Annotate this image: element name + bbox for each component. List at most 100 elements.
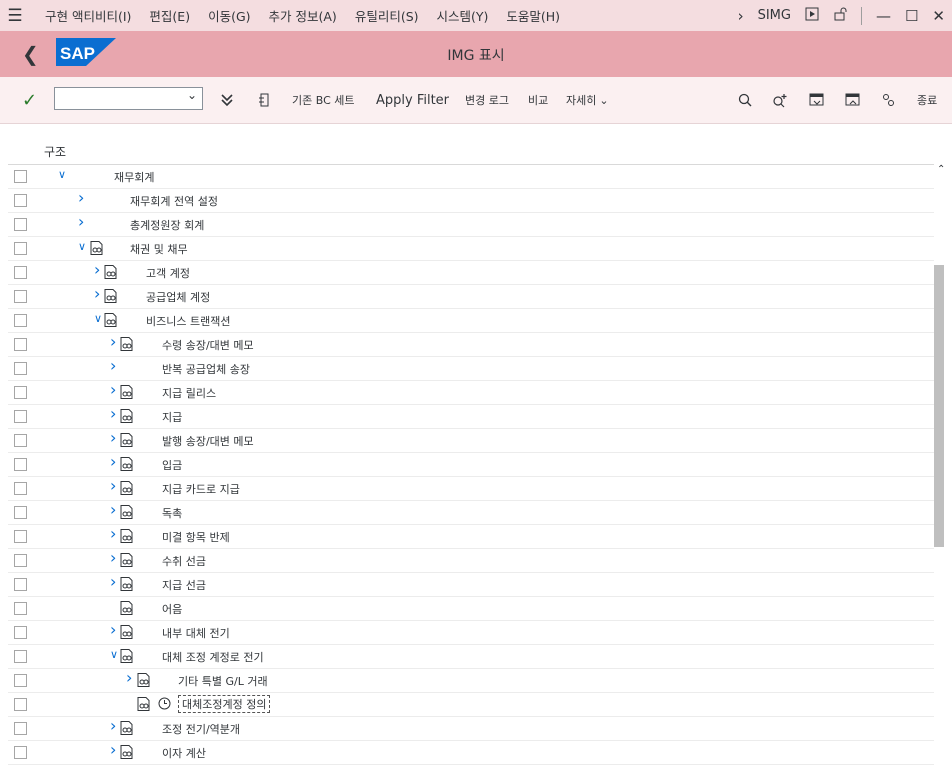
chevron-right-icon[interactable]: › (738, 7, 744, 25)
tree-node-label[interactable]: 지급 릴리스 (162, 385, 216, 401)
tree-row[interactable]: › 지급 카드로 지급 (8, 476, 934, 501)
exit-button[interactable]: 종료 (917, 77, 937, 123)
documentation-icon[interactable] (104, 313, 117, 327)
chevron-right-icon[interactable]: › (110, 452, 116, 471)
tree-node-label[interactable]: 독촉 (162, 505, 182, 521)
tree-row[interactable]: › 미결 항목 반제 (8, 524, 934, 549)
more-button[interactable]: 자세히 ⌄ (566, 77, 609, 123)
scroll-up-icon[interactable]: ⌃ (937, 164, 945, 175)
search-icon[interactable] (738, 77, 752, 123)
documentation-icon[interactable] (120, 553, 133, 567)
tree-row[interactable]: 대체조정계정 정의 (8, 693, 934, 717)
tree-node-label[interactable]: 입금 (162, 457, 182, 473)
maximize-icon[interactable]: ☐ (905, 7, 918, 25)
documentation-icon[interactable] (104, 289, 117, 303)
tree-node-label[interactable]: 지급 선금 (162, 577, 206, 593)
tree-row[interactable]: ∨ 채권 및 채무 (8, 237, 934, 261)
tree-node-label[interactable]: 지급 (162, 409, 182, 425)
row-checkbox[interactable] (14, 674, 27, 687)
chevron-down-icon[interactable]: ∨ (58, 168, 66, 181)
change-log-button[interactable]: 변경 로그 (465, 77, 509, 123)
documentation-icon[interactable] (120, 433, 133, 447)
tree-node-label[interactable]: 수취 선금 (162, 553, 206, 569)
chevron-down-icon[interactable]: ⌄ (187, 88, 197, 102)
tree-node-label[interactable]: 고객 계정 (146, 265, 190, 281)
tree-row[interactable]: › 수령 송장/대변 메모 (8, 332, 934, 357)
documentation-icon[interactable] (120, 529, 133, 543)
row-checkbox[interactable] (14, 218, 27, 231)
documentation-icon[interactable] (120, 409, 133, 423)
row-checkbox[interactable] (14, 698, 27, 711)
play-icon[interactable] (805, 7, 819, 24)
chevron-right-icon[interactable]: › (110, 380, 116, 399)
tree-node-label[interactable]: 내부 대체 전기 (162, 625, 230, 641)
row-checkbox[interactable] (14, 242, 27, 255)
documentation-icon[interactable] (120, 625, 133, 639)
tree-row[interactable]: ∨ 재무회계 (8, 165, 934, 189)
chevron-right-icon[interactable]: › (78, 188, 84, 207)
document-icon[interactable] (258, 77, 272, 123)
row-checkbox[interactable] (14, 170, 27, 183)
menu-item-additional-info[interactable]: 추가 정보(A) (269, 6, 337, 25)
documentation-icon[interactable] (120, 745, 133, 759)
menu-item-goto[interactable]: 이동(G) (208, 6, 250, 25)
tree-row[interactable]: ∨ 비즈니스 트랜잭션 (8, 309, 934, 333)
tree-node-label[interactable]: 어음 (162, 601, 182, 617)
tree-row[interactable]: › 재무회계 전역 설정 (8, 188, 934, 213)
close-icon[interactable]: ✕ (932, 7, 945, 25)
documentation-icon[interactable] (120, 505, 133, 519)
tree-node-label[interactable]: 재무회계 전역 설정 (130, 193, 218, 209)
row-checkbox[interactable] (14, 362, 27, 375)
row-checkbox[interactable] (14, 554, 27, 567)
tree-node-label[interactable]: 대체 조정 계정로 전기 (162, 649, 264, 665)
chevron-right-icon[interactable]: › (110, 620, 116, 639)
hamburger-menu-icon[interactable]: ☰ (0, 6, 30, 26)
chevron-down-icon[interactable]: ∨ (94, 312, 102, 325)
row-checkbox[interactable] (14, 410, 27, 423)
row-checkbox[interactable] (14, 578, 27, 591)
tree-node-label[interactable]: 기타 특별 G/L 거래 (178, 673, 268, 689)
tree-row[interactable]: › 내부 대체 전기 (8, 620, 934, 645)
documentation-icon[interactable] (137, 697, 150, 711)
tree-node-label[interactable]: 채권 및 채무 (130, 241, 188, 257)
documentation-icon[interactable] (120, 601, 133, 615)
tree-row[interactable]: › 총계정원장 회계 (8, 212, 934, 237)
collapse-window-icon[interactable] (845, 77, 860, 123)
vertical-scrollbar[interactable]: ⌃ (934, 138, 952, 745)
documentation-icon[interactable] (120, 337, 133, 351)
documentation-icon[interactable] (137, 673, 150, 687)
tree-node-label[interactable]: 발행 송장/대변 메모 (162, 433, 254, 449)
tree-node-label[interactable]: 반복 공급업체 송장 (162, 361, 250, 377)
double-chevron-down-icon[interactable] (220, 77, 234, 123)
chevron-right-icon[interactable]: › (94, 284, 100, 303)
row-checkbox[interactable] (14, 626, 27, 639)
chevron-right-icon[interactable]: › (110, 500, 116, 519)
documentation-icon[interactable] (90, 241, 103, 255)
menu-item-implementation-activities[interactable]: 구현 액티비티(I) (45, 6, 131, 25)
tree-row[interactable]: › 수취 선금 (8, 548, 934, 573)
compare-button[interactable]: 비교 (528, 77, 548, 123)
menu-item-system[interactable]: 시스템(Y) (437, 6, 489, 25)
row-checkbox[interactable] (14, 194, 27, 207)
row-checkbox[interactable] (14, 266, 27, 279)
chevron-right-icon[interactable]: › (110, 548, 116, 567)
tree-node-label[interactable]: 재무회계 (114, 169, 154, 185)
command-field[interactable]: ⌄ (54, 87, 203, 110)
apply-filter-button[interactable]: Apply Filter (376, 77, 449, 123)
row-checkbox[interactable] (14, 602, 27, 615)
tree-node-label[interactable]: 조정 전기/역분개 (162, 721, 240, 737)
tree-row[interactable]: › 지급 릴리스 (8, 380, 934, 405)
row-checkbox[interactable] (14, 338, 27, 351)
documentation-icon[interactable] (120, 481, 133, 495)
chevron-right-icon[interactable]: › (110, 332, 116, 351)
row-checkbox[interactable] (14, 530, 27, 543)
row-checkbox[interactable] (14, 746, 27, 759)
tree-node-label[interactable]: 총계정원장 회계 (130, 217, 204, 233)
tree-row[interactable]: 어음 (8, 597, 934, 621)
documentation-icon[interactable] (104, 265, 117, 279)
tree-node-label[interactable]: 미결 항목 반제 (162, 529, 230, 545)
chevron-right-icon[interactable]: › (110, 476, 116, 495)
unlock-icon[interactable] (833, 7, 847, 24)
search-next-icon[interactable] (772, 77, 788, 123)
tree-row[interactable]: › 발행 송장/대변 메모 (8, 428, 934, 453)
